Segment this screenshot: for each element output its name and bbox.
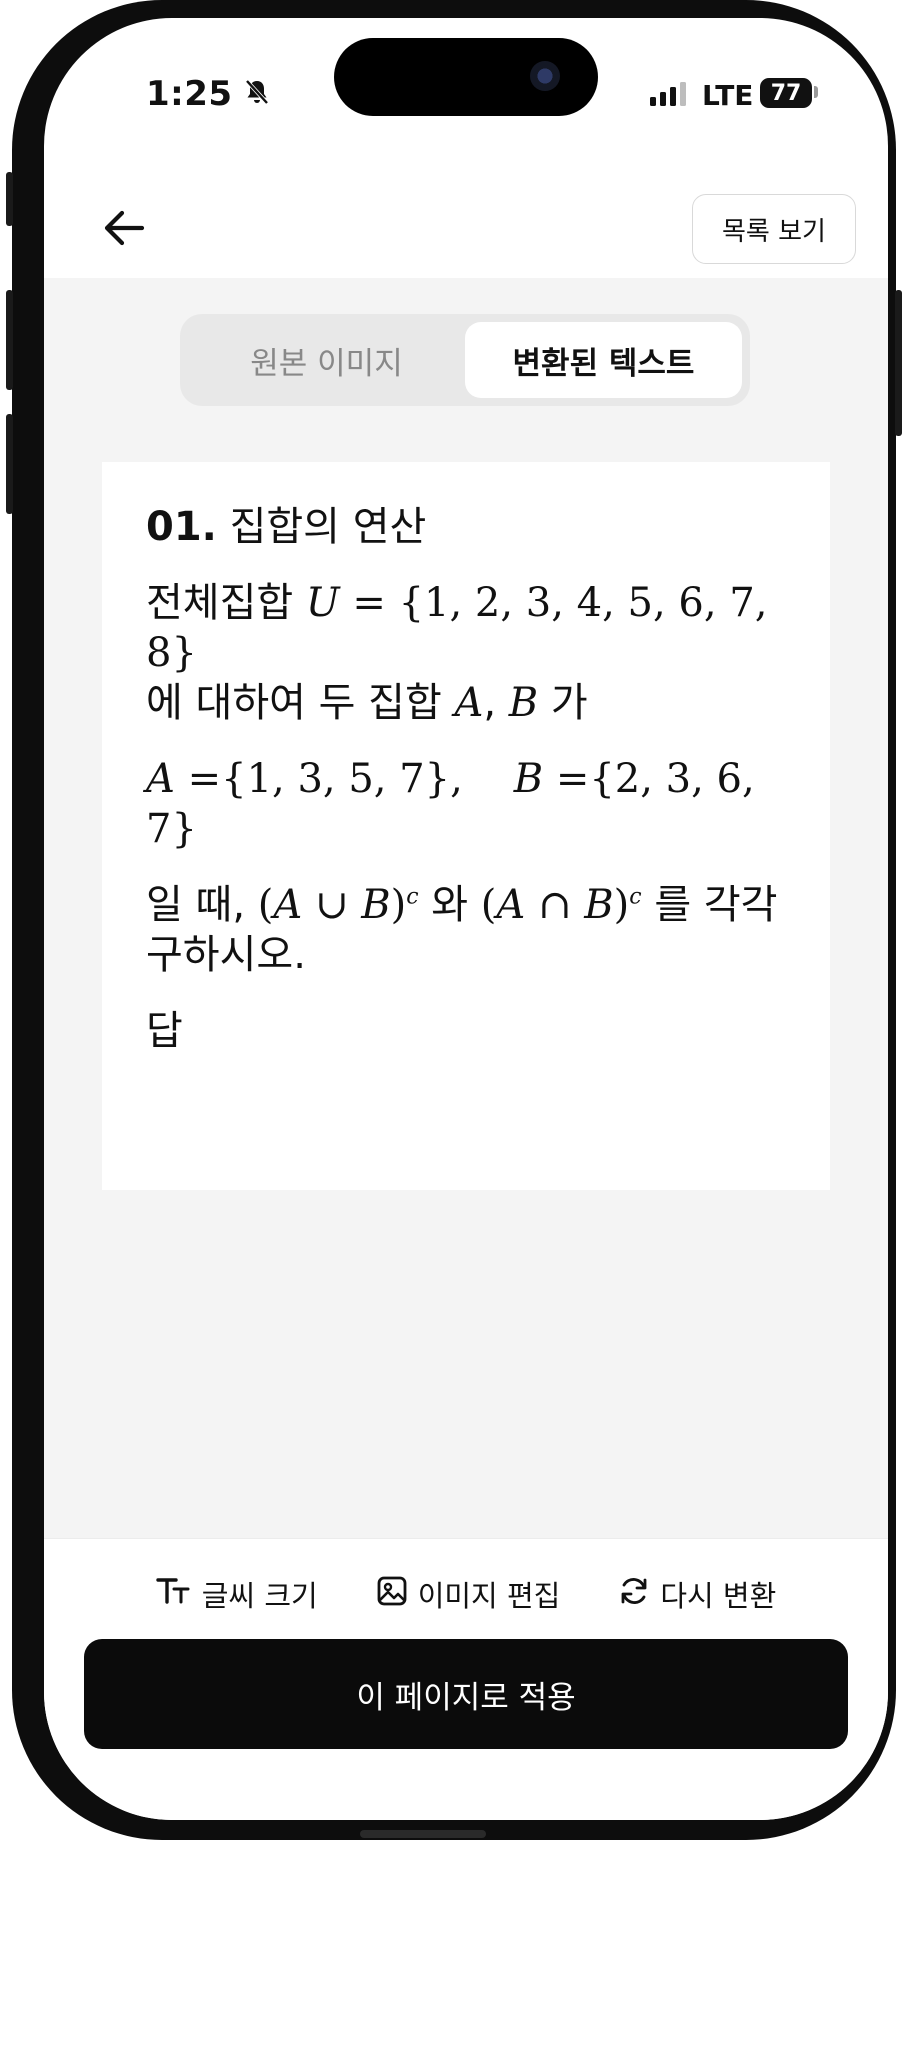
problem-title: 01. 집합의 연산	[146, 502, 786, 552]
action-button	[6, 172, 13, 226]
comma: ,	[483, 680, 497, 726]
set-b-label: B	[508, 680, 539, 726]
tab-converted-text[interactable]: 변환된 텍스트	[465, 322, 742, 398]
home-indicator	[360, 1830, 486, 1838]
phone-screen: 1:25 LTE 77 목록 보기 원본 이미지 변환된 텍스트 01. 집합의…	[44, 18, 888, 1820]
set-a-value: ={1, 3, 5, 7},	[187, 756, 463, 802]
volume-up-button	[6, 290, 13, 390]
list-view-button[interactable]: 목록 보기	[692, 194, 856, 264]
font-size-icon	[156, 1576, 192, 1613]
apply-to-page-button[interactable]: 이 페이지로 적용	[84, 1639, 848, 1749]
line2-end: 가	[550, 680, 588, 726]
line1-text: 전체집합	[146, 580, 294, 626]
problem-line-2: 에 대하여 두 집합 A, B 가	[146, 678, 786, 728]
line2-text: 에 대하여 두 집합	[146, 680, 442, 726]
signal-icon	[650, 82, 690, 110]
battery-tip	[814, 86, 818, 98]
reconvert-label: 다시 변환	[660, 1579, 777, 1613]
line4-end: 를 각각	[654, 882, 778, 928]
dynamic-island	[334, 38, 598, 116]
image-edit-icon	[376, 1575, 408, 1614]
problem-line-4: 일 때, (A ∪ B)c 와 (A ∩ B)c 를 각각	[146, 880, 786, 930]
font-size-button[interactable]: 글씨 크기	[156, 1567, 318, 1621]
volume-down-button	[6, 414, 13, 514]
power-button	[895, 290, 902, 436]
universe-variable: U	[305, 580, 340, 626]
image-edit-button[interactable]: 이미지 편집	[376, 1567, 561, 1621]
reconvert-button[interactable]: 다시 변환	[618, 1567, 776, 1621]
set-a-label: A	[454, 680, 484, 726]
camera-icon	[530, 61, 560, 91]
problem-title-text: 집합의 연산	[229, 504, 427, 550]
top-nav: 목록 보기	[44, 168, 888, 278]
problem-number: 01.	[146, 504, 217, 550]
intersection-expression: (A ∩ B)c	[480, 882, 642, 928]
refresh-icon	[618, 1575, 650, 1614]
status-time: 1:25	[146, 74, 233, 114]
bottom-panel: 글씨 크기 이미지 편집 다시 변환 이 페이지로 적용	[44, 1538, 888, 1820]
content-area: 원본 이미지 변환된 텍스트 01. 집합의 연산 전체집합 U = {1, 2…	[44, 278, 888, 1538]
set-definitions: A ={1, 3, 5, 7}, B ={2, 3, 6, 7}	[146, 754, 786, 854]
problem-line-1: 전체집합 U = {1, 2, 3, 4, 5, 6, 7, 8}	[146, 578, 786, 678]
problem-line-5: 구하시오.	[146, 932, 306, 978]
connector: 와	[431, 882, 469, 928]
network-label: LTE	[702, 79, 754, 112]
phone-frame: 1:25 LTE 77 목록 보기 원본 이미지 변환된 텍스트 01. 집합의…	[6, 0, 902, 1840]
view-toggle: 원본 이미지 변환된 텍스트	[180, 314, 750, 406]
font-size-label: 글씨 크기	[201, 1579, 318, 1613]
answer-label: 답	[146, 1008, 183, 1054]
status-bar: 1:25 LTE 77	[44, 18, 888, 128]
arrow-left-icon[interactable]	[94, 198, 154, 258]
bell-muted-icon	[244, 78, 270, 110]
set-a-var: A	[146, 756, 175, 802]
battery-icon: 77	[760, 78, 812, 108]
tool-row: 글씨 크기 이미지 편집 다시 변환	[44, 1567, 888, 1621]
image-edit-label: 이미지 편집	[417, 1579, 561, 1613]
set-b-var: B	[513, 756, 544, 802]
tab-original-image[interactable]: 원본 이미지	[188, 322, 465, 398]
union-expression: (A ∪ B)c	[257, 882, 419, 928]
line4-start: 일 때,	[146, 882, 246, 928]
converted-text-card: 01. 집합의 연산 전체집합 U = {1, 2, 3, 4, 5, 6, 7…	[102, 462, 830, 1190]
